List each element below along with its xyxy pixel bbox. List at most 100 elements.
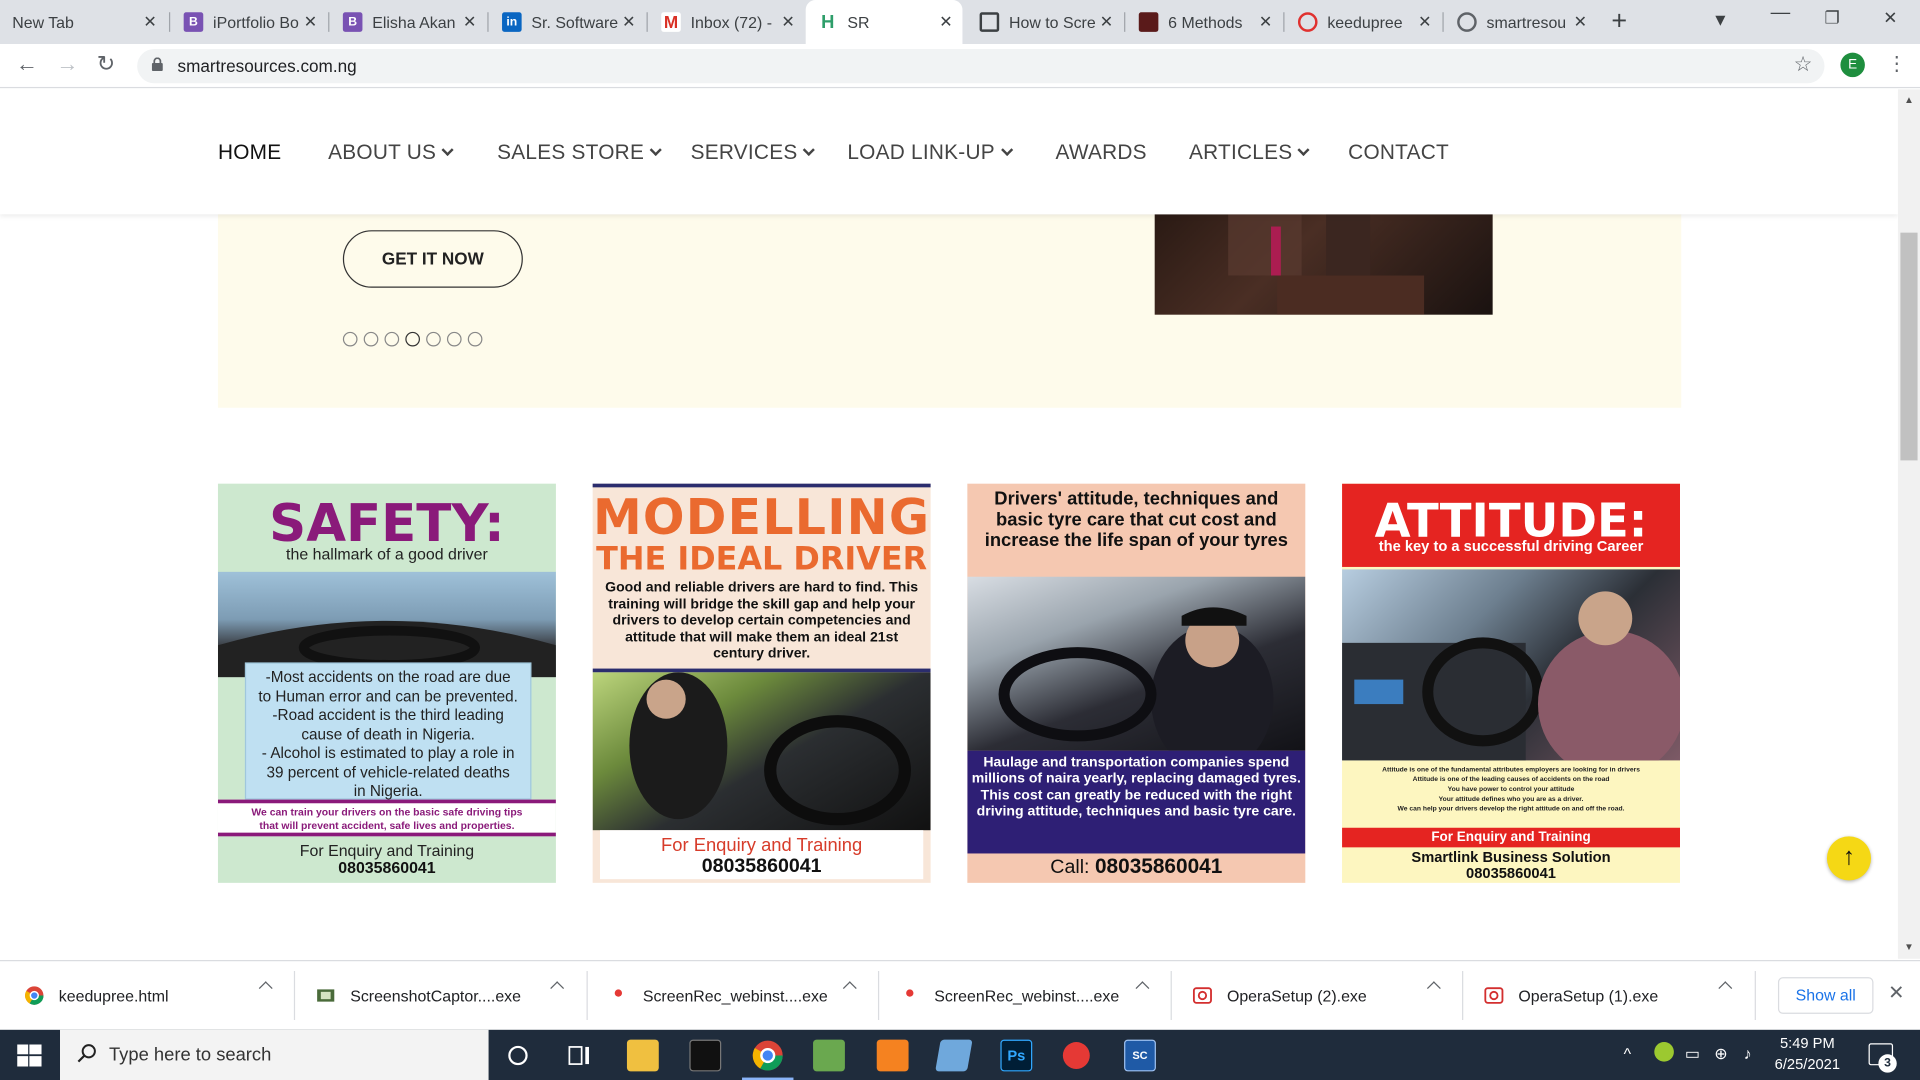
card-headline: Drivers' attitude, techniques and basic … (984, 488, 1288, 552)
chevron-up-icon[interactable] (842, 981, 857, 996)
profile-avatar[interactable]: E (1840, 52, 1865, 78)
tab-new-tab[interactable]: New Tab ✕ (0, 0, 167, 44)
download-item[interactable]: OperaSetup (1).exe (1484, 961, 1658, 1030)
chevron-up-icon[interactable] (1718, 981, 1733, 996)
forward-button[interactable]: → (56, 51, 78, 77)
tab-linkedin[interactable]: in Sr. Software ✕ (490, 0, 646, 44)
tyre-care-card[interactable]: Drivers' attitude, techniques and basic … (967, 483, 1306, 883)
chevron-up-icon[interactable] (550, 981, 565, 996)
minimize-button[interactable]: — (1771, 2, 1791, 24)
scroll-up-arrow-icon[interactable]: ▲ (1904, 94, 1914, 105)
battery-icon[interactable]: ▭ (1685, 1044, 1700, 1064)
file-explorer-icon[interactable] (626, 1039, 659, 1072)
new-tab-button[interactable]: + (1611, 5, 1627, 37)
nav-home[interactable]: HOME (218, 141, 281, 165)
close-window-button[interactable]: ✕ (1883, 7, 1897, 28)
tab-sr-active[interactable]: H SR ✕ (805, 0, 963, 45)
close-icon[interactable]: ✕ (304, 12, 317, 32)
slider-dot[interactable] (446, 331, 462, 347)
chevron-down-icon (649, 143, 662, 157)
tab-iportfolio[interactable]: B iPortfolio Bo ✕ (171, 0, 327, 44)
slider-dot[interactable] (363, 331, 379, 347)
close-icon[interactable]: ✕ (622, 12, 635, 32)
phone-number: 08035860041 (701, 855, 822, 877)
bookmark-star-icon[interactable]: ☆ (1794, 53, 1813, 77)
close-icon[interactable]: ✕ (1100, 12, 1113, 32)
close-icon[interactable]: ✕ (781, 12, 794, 32)
chrome-taskbar-icon[interactable] (752, 1040, 784, 1072)
slider-dot[interactable] (405, 331, 421, 347)
web-page: HOME ABOUT US SALES STORE SERVICES LOAD … (0, 89, 1898, 959)
close-icon[interactable]: ✕ (143, 12, 156, 32)
chevron-up-icon[interactable] (258, 981, 273, 996)
xampp-icon[interactable] (876, 1039, 909, 1072)
taskbar-search-box[interactable]: Type here to search (60, 1029, 489, 1080)
slider-dot[interactable] (342, 331, 358, 347)
download-item[interactable]: OperaSetup (2).exe (1192, 961, 1367, 1030)
close-icon[interactable]: ✕ (939, 12, 952, 32)
close-icon[interactable]: ✕ (1418, 12, 1431, 32)
download-item[interactable]: ScreenshotCaptor....exe (316, 961, 521, 1030)
download-item[interactable]: keedupree.html (24, 961, 169, 1030)
windows-taskbar: Type here to search Ps SC ^ ▭ ⊕ ♪ 5:49 P… (0, 1029, 1920, 1080)
close-download-bar-icon[interactable]: ✕ (1888, 981, 1904, 1005)
tab-smartresources[interactable]: smartresou ✕ (1445, 0, 1597, 44)
system-clock[interactable]: 5:49 PM 6/25/2021 (1758, 1033, 1856, 1075)
notepad-plus-icon[interactable] (813, 1039, 845, 1072)
nav-about-us[interactable]: ABOUT US (328, 141, 454, 165)
network-globe-icon[interactable]: ⊕ (1714, 1044, 1727, 1064)
restore-button[interactable]: ❐ (1824, 7, 1839, 28)
nav-contact[interactable]: CONTACT (1348, 141, 1449, 165)
download-item[interactable]: ScreenRec_webinst....exe (900, 961, 1119, 1030)
tab-keedupree[interactable]: keedupree ✕ (1286, 0, 1442, 44)
tab-search-icon[interactable]: ▼ (1712, 10, 1729, 30)
nav-sales-store[interactable]: SALES STORE (497, 141, 662, 165)
slider-dot[interactable] (467, 331, 483, 347)
photoshop-icon[interactable]: Ps (1000, 1039, 1033, 1072)
screenshot-captor-taskbar-icon[interactable]: SC (1124, 1039, 1156, 1072)
browser-menu-icon[interactable]: ⋮ (1887, 51, 1907, 75)
modelling-card[interactable]: MODELLING THE IDEAL DRIVER Good and reli… (592, 483, 931, 883)
cortana-icon[interactable] (507, 1044, 529, 1066)
address-bar[interactable]: smartresources.com.ng ☆ (137, 48, 1825, 84)
back-button[interactable]: ← (16, 51, 38, 77)
slider-dot[interactable] (426, 331, 441, 347)
task-view-icon[interactable] (568, 1044, 592, 1066)
nav-awards[interactable]: AWARDS (1056, 141, 1147, 165)
download-filename: OperaSetup (1).exe (1518, 986, 1659, 1005)
chevron-up-icon[interactable]: ^ (1624, 1044, 1631, 1062)
tab-gmail[interactable]: M Inbox (72) - ✕ (649, 0, 805, 44)
windows-start-icon[interactable] (17, 1044, 42, 1067)
get-it-now-button[interactable]: GET IT NOW (342, 230, 523, 288)
tab-elisha-akan[interactable]: B Elisha Akan ✕ (331, 0, 487, 44)
article-icon (1138, 12, 1159, 32)
reload-button[interactable]: ↻ (97, 51, 115, 77)
volume-icon[interactable]: ♪ (1744, 1044, 1752, 1062)
close-icon[interactable]: ✕ (1574, 12, 1587, 32)
browser-toolbar: ← → ↻ smartresources.com.ng ☆ E ⋮ (0, 44, 1920, 89)
close-icon[interactable]: ✕ (1259, 12, 1272, 32)
scroll-to-top-button[interactable]: ↑ (1826, 836, 1872, 881)
scroll-thumb[interactable] (1900, 232, 1918, 461)
scroll-down-arrow-icon[interactable]: ▼ (1904, 942, 1914, 953)
chevron-up-icon[interactable] (1135, 981, 1150, 996)
page-icon (979, 12, 1000, 32)
show-all-downloads-button[interactable]: Show all (1777, 977, 1874, 1014)
slider-dot[interactable] (384, 331, 400, 347)
nav-articles[interactable]: ARTICLES (1188, 140, 1311, 165)
download-item[interactable]: ScreenRec_webinst....exe (609, 961, 828, 1030)
safety-card[interactable]: SAFETY: the hallmark of a good driver -M… (217, 483, 556, 883)
close-icon[interactable]: ✕ (463, 12, 476, 32)
nav-label: ARTICLES (1188, 140, 1293, 165)
tray-app-icon[interactable] (1654, 1042, 1674, 1062)
snipping-tool-icon[interactable] (1062, 1042, 1090, 1069)
nav-load-link-up[interactable]: LOAD LINK-UP (847, 141, 1013, 165)
nav-services[interactable]: SERVICES (691, 141, 816, 165)
command-prompt-icon[interactable] (689, 1039, 722, 1072)
attitude-card[interactable]: ATTITUDE: the key to a successful drivin… (1342, 483, 1681, 883)
page-scrollbar[interactable]: ▲ ▼ (1897, 89, 1920, 959)
tab-6-methods[interactable]: 6 Methods ✕ (1127, 0, 1283, 44)
pen-app-icon[interactable] (935, 1039, 973, 1072)
chevron-up-icon[interactable] (1426, 981, 1441, 996)
tab-how-to-screenshot[interactable]: How to Scre ✕ (967, 0, 1123, 44)
